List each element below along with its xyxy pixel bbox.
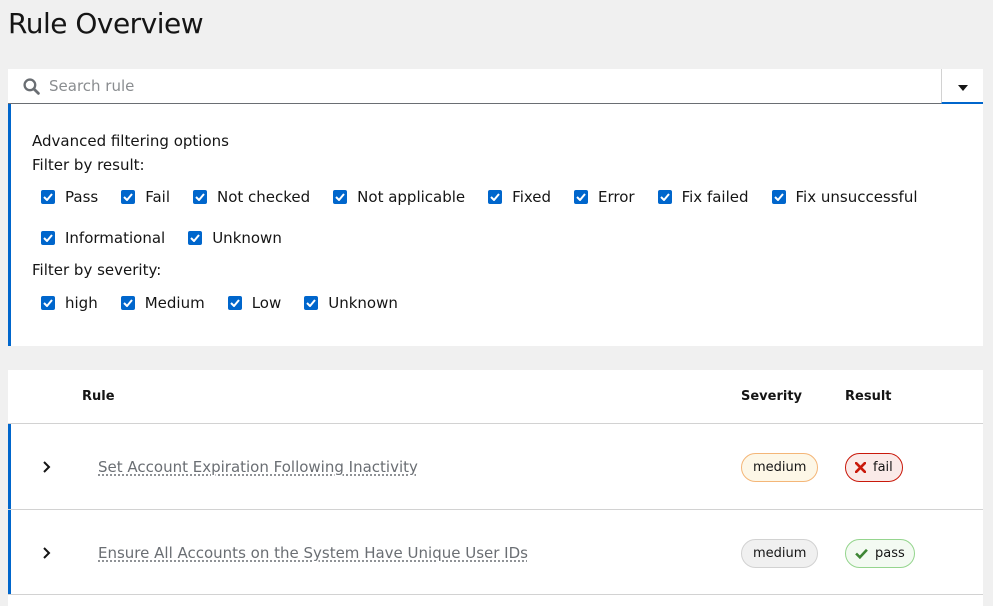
- severity-badge: medium: [741, 539, 819, 568]
- chevron-right-icon[interactable]: [41, 458, 51, 477]
- checkbox-checked-icon[interactable]: [41, 296, 55, 310]
- checkbox-checked-icon[interactable]: [41, 231, 55, 245]
- checkbox-checked-icon[interactable]: [41, 190, 55, 204]
- result-badge: pass: [845, 539, 915, 568]
- caret-down-icon: [957, 76, 968, 95]
- filter-dropdown-toggle[interactable]: [941, 69, 983, 104]
- rule-link[interactable]: Ensure All Accounts on the System Have U…: [98, 544, 528, 562]
- check-icon: [855, 548, 868, 559]
- checkbox-checked-icon[interactable]: [333, 190, 348, 204]
- filter-heading: Advanced filtering options: [32, 132, 229, 150]
- result-badge: fail: [845, 453, 903, 482]
- advanced-filter-panel: Advanced filtering options Filter by res…: [8, 104, 983, 346]
- checkbox-checked-icon[interactable]: [192, 190, 207, 204]
- result-filter-row-1: Pass Fail Not checked Not applicable Fix…: [41, 188, 941, 206]
- table-row: Set Account Expiration Following Inactiv…: [8, 424, 983, 509]
- chevron-right-icon[interactable]: [41, 544, 51, 563]
- filter-by-result-label: Filter by result:: [32, 156, 145, 174]
- checkbox-checked-icon[interactable]: [574, 190, 589, 204]
- result-filter-fix-failed[interactable]: Fix failed: [657, 188, 749, 206]
- result-filter-pass[interactable]: Pass: [41, 188, 98, 206]
- severity-filter-medium[interactable]: Medium: [120, 294, 205, 312]
- result-filter-not-applicable[interactable]: Not applicable: [333, 188, 465, 206]
- checkbox-checked-icon[interactable]: [227, 296, 242, 310]
- result-filter-not-checked[interactable]: Not checked: [192, 188, 310, 206]
- times-icon: [855, 462, 866, 473]
- checkbox-checked-icon[interactable]: [188, 231, 203, 245]
- checkbox-checked-icon[interactable]: [121, 190, 136, 204]
- result-filter-informational[interactable]: Informational: [41, 229, 165, 247]
- checkbox-checked-icon[interactable]: [488, 190, 503, 204]
- checkbox-checked-icon[interactable]: [657, 190, 672, 204]
- filter-by-severity-label: Filter by severity:: [32, 261, 162, 279]
- checkbox-checked-icon[interactable]: [771, 190, 786, 204]
- column-header-result[interactable]: Result: [845, 389, 892, 404]
- column-header-rule[interactable]: Rule: [82, 389, 115, 404]
- result-filter-error[interactable]: Error: [574, 188, 635, 206]
- row-divider: [8, 594, 983, 595]
- severity-badge: medium: [741, 453, 819, 482]
- rules-table: Rule Severity Result Set Account Expirat…: [8, 370, 983, 606]
- column-header-severity[interactable]: Severity: [741, 389, 802, 404]
- checkbox-checked-icon[interactable]: [304, 296, 319, 310]
- severity-filter-row: high Medium Low Unknown: [41, 294, 421, 312]
- search-icon: [8, 69, 40, 104]
- search-bar: [8, 69, 983, 104]
- checkbox-checked-icon[interactable]: [120, 296, 135, 310]
- result-filter-unknown[interactable]: Unknown: [188, 229, 282, 247]
- result-filter-fix-unsuccessful[interactable]: Fix unsuccessful: [771, 188, 918, 206]
- severity-filter-unknown[interactable]: Unknown: [304, 294, 398, 312]
- severity-filter-high[interactable]: high: [41, 294, 98, 312]
- result-filter-row-2: Informational Unknown: [41, 229, 305, 247]
- result-filter-fail[interactable]: Fail: [121, 188, 170, 206]
- rule-link[interactable]: Set Account Expiration Following Inactiv…: [98, 458, 418, 476]
- result-filter-fixed[interactable]: Fixed: [488, 188, 551, 206]
- search-input[interactable]: [40, 69, 941, 103]
- severity-filter-low[interactable]: Low: [227, 294, 281, 312]
- table-row: Ensure All Accounts on the System Have U…: [8, 510, 983, 595]
- page-title: Rule Overview: [8, 7, 204, 40]
